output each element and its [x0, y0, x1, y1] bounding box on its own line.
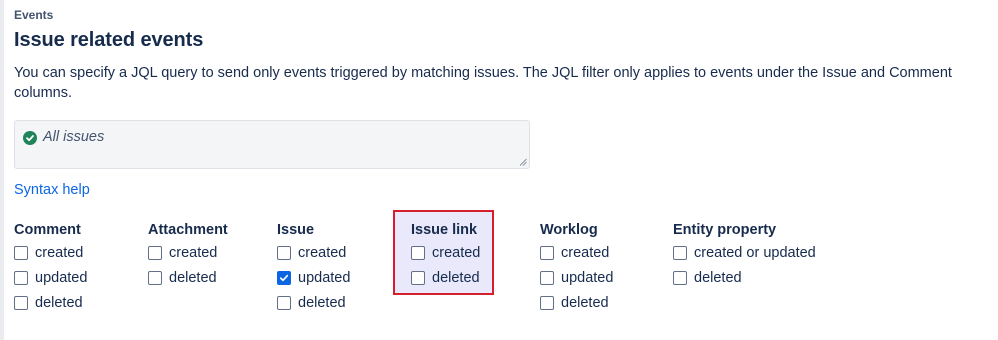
event-option[interactable]: created: [411, 241, 480, 266]
event-option[interactable]: deleted: [411, 266, 480, 291]
section-label: Events: [14, 8, 54, 22]
check-circle-icon: [23, 131, 37, 145]
event-option-label: updated: [35, 270, 88, 287]
event-column-attachment: Attachment created deleted: [148, 221, 228, 290]
event-option-label: updated: [561, 270, 614, 287]
event-checkbox[interactable]: [277, 295, 291, 310]
event-checkbox[interactable]: [673, 271, 687, 286]
event-option-label: created or updated: [694, 245, 816, 262]
event-option-label: created: [169, 245, 218, 262]
syntax-help-link[interactable]: Syntax help: [14, 182, 90, 198]
page-title: Issue related events: [14, 29, 204, 51]
description-text: You can specify a JQL query to send only…: [14, 65, 952, 101]
event-checkbox[interactable]: [540, 271, 554, 286]
event-option-label: created: [35, 245, 84, 262]
event-checkbox[interactable]: [14, 295, 28, 310]
event-option-label: deleted: [694, 270, 742, 287]
checkmark-icon: [279, 274, 289, 282]
event-option[interactable]: deleted: [673, 266, 816, 291]
event-checkbox[interactable]: [411, 271, 425, 286]
event-option[interactable]: created: [277, 241, 350, 266]
event-checkbox[interactable]: [277, 246, 291, 261]
jql-filter-input[interactable]: All issues: [14, 120, 530, 169]
event-checkbox[interactable]: [540, 246, 554, 261]
event-checkbox[interactable]: [540, 295, 554, 310]
event-column-worklog: Worklog created updated deleted: [540, 221, 613, 315]
event-option[interactable]: deleted: [277, 290, 350, 315]
column-heading: Issue: [277, 222, 315, 238]
column-heading: Comment: [14, 222, 81, 238]
event-option-label: created: [298, 245, 347, 262]
event-column-issue-link: Issue link created deleted: [411, 221, 480, 290]
jql-value: All issues: [43, 129, 105, 145]
event-option[interactable]: updated: [14, 266, 87, 291]
resize-handle-icon[interactable]: [519, 158, 527, 166]
event-checkbox[interactable]: [148, 246, 162, 261]
event-option[interactable]: deleted: [540, 290, 613, 315]
event-option-label: deleted: [432, 270, 480, 287]
column-heading: Attachment: [148, 222, 228, 238]
event-column-issue: Issue created updated deleted: [277, 221, 350, 315]
left-panel-edge: [0, 0, 4, 340]
event-option-label: deleted: [561, 294, 609, 311]
event-option-label: deleted: [298, 294, 346, 311]
event-option[interactable]: created: [148, 241, 228, 266]
event-checkbox[interactable]: [673, 246, 687, 261]
event-checkbox[interactable]: [411, 246, 425, 261]
event-column-entity-property: Entity property created or updated deleted: [673, 221, 816, 290]
event-option[interactable]: created or updated: [673, 241, 816, 266]
event-checkbox[interactable]: [148, 271, 162, 286]
event-option-label: created: [432, 245, 481, 262]
column-heading: Issue link: [411, 222, 478, 238]
event-option[interactable]: updated: [540, 266, 613, 291]
event-option[interactable]: deleted: [14, 290, 87, 315]
event-option-label: updated: [298, 270, 351, 287]
event-checkbox[interactable]: [14, 246, 28, 261]
column-heading: Worklog: [540, 222, 598, 238]
event-option[interactable]: updated: [277, 266, 350, 291]
event-column-comment: Comment created updated deleted: [14, 221, 87, 315]
event-option[interactable]: deleted: [148, 266, 228, 291]
event-option-label: deleted: [35, 294, 83, 311]
event-option-label: created: [561, 245, 610, 262]
event-option-label: deleted: [169, 270, 217, 287]
event-checkbox[interactable]: [14, 271, 28, 286]
event-option[interactable]: created: [540, 241, 613, 266]
event-checkbox[interactable]: [277, 271, 291, 286]
column-heading: Entity property: [673, 222, 777, 238]
event-option[interactable]: created: [14, 241, 87, 266]
